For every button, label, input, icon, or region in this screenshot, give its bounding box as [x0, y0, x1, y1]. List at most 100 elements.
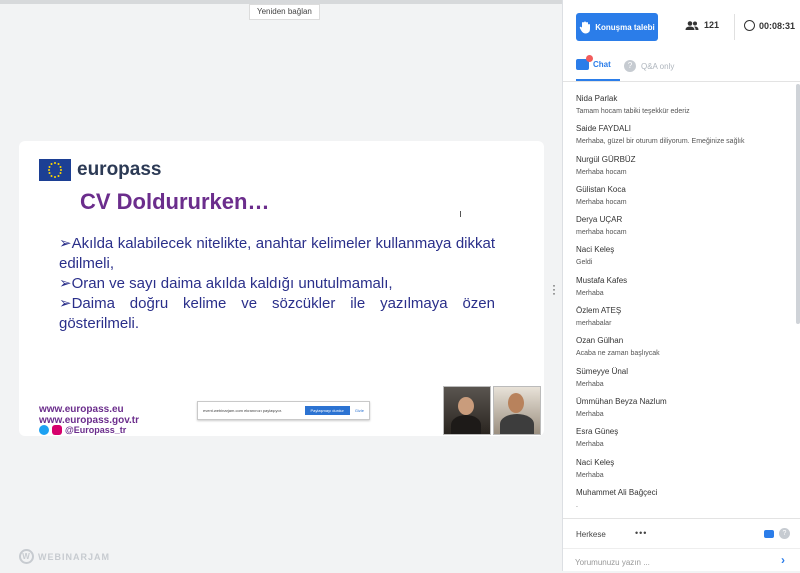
sender-name: Naci Keleş [576, 245, 615, 255]
tab-chat[interactable]: Chat [576, 55, 611, 70]
message-text: Merhaba [576, 380, 604, 388]
arrow-bullet-icon: ➢ [59, 275, 72, 292]
sender-name: Ozan Gülhan [576, 336, 624, 346]
chat-message: Derya UÇAR merhaba hocam [576, 215, 788, 245]
clock-icon [744, 20, 755, 31]
reconnect-button[interactable]: Yeniden bağlan [249, 4, 320, 20]
webcam-thumbnail-2[interactable] [493, 386, 541, 435]
bullet-item: ➢Daima doğru kelime ve sözcükler ile yaz… [59, 295, 495, 332]
message-text: Merhaba hocam [576, 168, 627, 176]
europass-brand: europass [77, 159, 162, 180]
chat-message: Muhammet Ali Bağçeci. [576, 488, 788, 518]
chat-message: Esra Güneş Merhaba [576, 427, 788, 457]
share-notice: event.webinarjam.com ekranınızı paylaşıy… [203, 408, 282, 413]
tab-qa[interactable]: ? Q&A only [624, 60, 674, 72]
sender-name: Gülistan Koca [576, 184, 626, 194]
message-text: Merhaba [576, 441, 604, 449]
instagram-icon [52, 425, 62, 435]
chat-bubble-icon[interactable] [764, 530, 774, 538]
chat-message: Ozan Gülhan Acaba ne zaman başlıycak [576, 336, 788, 366]
webcam-thumbnail-1[interactable] [443, 386, 491, 435]
chat-icon [576, 55, 593, 70]
message-text: Merhaba [576, 289, 604, 297]
twitter-icon [39, 425, 49, 435]
webinarjam-logo-icon: W [19, 549, 34, 564]
presentation-slide: europass CV Doldururken… ➢Akılda kalabil… [19, 141, 544, 436]
message-text: Geldi [576, 259, 593, 267]
social-handles: @Europass_tr [39, 425, 126, 435]
arrow-bullet-icon: ➢ [59, 235, 72, 252]
chat-message: Naci Keleş Merhaba [576, 458, 788, 488]
chat-message: Mustafa Kafes Merhaba [576, 276, 788, 306]
social-handle: @Europass_tr [65, 425, 127, 435]
sender-name: Nurgül GÜRBÜZ [576, 154, 636, 164]
more-options-icon[interactable]: ••• [635, 528, 647, 538]
question-icon: ? [624, 60, 636, 72]
chat-message: Gülistan Koca Merhaba hocam [576, 185, 788, 215]
send-icon[interactable]: › [781, 553, 785, 567]
participants-number: 121 [704, 20, 720, 30]
message-text: Acaba ne zaman başlıycak [576, 350, 660, 358]
slide-links: www.europass.eu www.europass.gov.tr [39, 404, 139, 426]
stop-sharing-button[interactable]: Paylaşmayı durdur [304, 406, 350, 415]
help-icon[interactable]: ? [779, 528, 790, 539]
sender-name: Naci Keleş [576, 457, 615, 467]
divider [734, 14, 735, 40]
chat-message: Sümeyye Ünal Merhaba [576, 367, 788, 397]
message-text: . [576, 501, 578, 509]
message-text: Tamam hocam tabiki teşekkür ederiz [576, 108, 690, 115]
speak-request-button[interactable]: Konuşma talebi [576, 13, 658, 41]
session-timer: 00:08:31 [744, 20, 795, 31]
message-text: Merhaba [576, 410, 604, 418]
sender-name: Mustafa Kafes [576, 275, 628, 285]
sender-name: Derya UÇAR [576, 215, 623, 225]
mouse-cursor-icon [460, 211, 465, 217]
slide-title: CV Doldururken… [80, 189, 270, 214]
eu-flag-icon [39, 159, 71, 181]
participants-count[interactable]: 121 [685, 20, 719, 30]
chat-message: Naci Keleş Geldi [576, 245, 788, 275]
slide-bullets: ➢Akılda kalabilecek nitelikte, anahtar k… [59, 234, 495, 334]
users-icon [685, 20, 699, 30]
tab-chat-label: Chat [593, 60, 611, 69]
sender-name: Ümmühan Beyza Nazlum [576, 396, 667, 406]
raise-hand-icon [579, 21, 591, 33]
recipient-selector[interactable]: Herkese [576, 530, 606, 539]
webinarjam-logo: W WEBINARJAM [19, 549, 110, 564]
message-text: Merhaba [576, 471, 604, 479]
chat-message: Özlem ATEŞ merhabalar [576, 306, 788, 336]
chat-message: Nida Parlak Tamam hocam tabiki teşekkür e… [576, 94, 788, 124]
comment-input-row: › [563, 548, 800, 573]
sender-name: Özlem ATEŞ [576, 306, 622, 316]
sender-name: Muhammet Ali Bağçeci [576, 487, 658, 497]
message-text: merhabalar [576, 320, 612, 328]
comment-input[interactable] [573, 553, 767, 571]
sender-name: Nida Parlak [576, 94, 618, 103]
sender-name: Saide FAYDALI [576, 124, 631, 134]
active-tab-indicator [576, 79, 620, 81]
panel-tabs: Chat ? Q&A only [563, 55, 800, 82]
chat-message: Saide FAYDALI Merhaba, güzel bir oturum d… [576, 124, 788, 154]
chat-message: Nurgül GÜRBÜZ Merhaba hocam [576, 155, 788, 185]
hide-button[interactable]: Gizle [350, 408, 369, 413]
arrow-bullet-icon: ➢ [59, 295, 72, 312]
sender-name: Esra Güneş [576, 427, 619, 437]
chat-message: Ümmühan Beyza Nazlum Merhaba [576, 397, 788, 427]
message-text: merhaba hocam [576, 229, 627, 237]
link-europass-eu: www.europass.eu [39, 404, 124, 415]
message-text: Merhaba hocam [576, 198, 627, 206]
screen-share-bar: event.webinarjam.com ekranınızı paylaşıy… [197, 401, 370, 420]
message-text: Merhaba, güzel bir oturum diliyorum. Eme… [576, 138, 745, 146]
logo-text: WEBINARJAM [38, 551, 110, 562]
bullet-item: ➢Oran ve sayı daima akılda kaldığı unutu… [59, 275, 393, 292]
sender-name: Sümeyye Ünal [576, 366, 629, 376]
timer-value: 00:08:31 [759, 20, 796, 31]
side-panel: Konuşma talebi 121 00:08:31 Chat ? Q&A o… [562, 0, 800, 571]
chat-scrollbar[interactable] [796, 84, 800, 324]
speak-request-label: Konuşma talebi [595, 22, 655, 32]
chat-messages: Nida Parlak Tamam hocam tabiki teşekkür e… [576, 94, 788, 518]
chat-composer: Herkese ••• ? › [563, 518, 800, 572]
tab-qa-label: Q&A only [641, 61, 675, 71]
notification-dot [586, 55, 593, 62]
vertical-dots-menu-icon[interactable]: · · · [552, 279, 556, 299]
